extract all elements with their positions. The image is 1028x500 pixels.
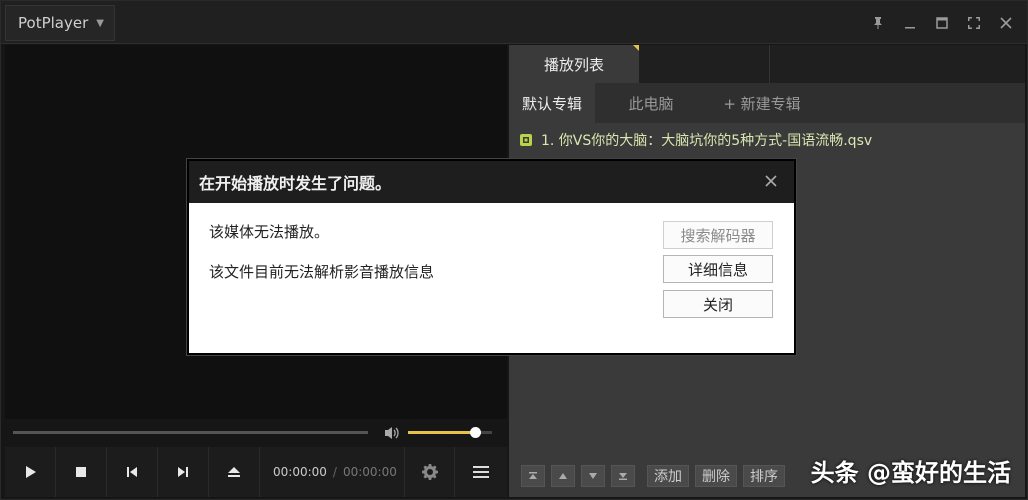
- playlist-tab-bar: 播放列表: [509, 45, 1025, 83]
- add-button[interactable]: 添加: [647, 465, 689, 487]
- fullscreen-icon[interactable]: [965, 14, 983, 32]
- potplayer-window: PotPlayer ▼ 00:00:00 / 00:00:00 播放列表 默认专…: [0, 0, 1028, 500]
- close-button[interactable]: 关闭: [663, 290, 773, 318]
- play-icon: [26, 466, 36, 478]
- app-menu-button[interactable]: PotPlayer ▼: [5, 5, 115, 41]
- list-item[interactable]: 1. 你VS你的大脑：大脑坑你的5种方式-国语流畅.qsv: [509, 123, 1025, 157]
- dialog-close-icon[interactable]: [762, 172, 780, 190]
- next-button[interactable]: [158, 447, 209, 497]
- move-top-button[interactable]: [521, 465, 545, 487]
- close-icon[interactable]: [997, 14, 1015, 32]
- dialog-title: 在开始播放时发生了问题。: [189, 161, 794, 203]
- time-display: 00:00:00 / 00:00:00: [260, 447, 405, 497]
- dialog-message-secondary: 该文件目前无法解析影音播放信息: [209, 263, 435, 281]
- album-tab-bar: 默认专辑 此电脑 + 新建专辑: [509, 83, 1025, 123]
- seek-volume-row: [5, 421, 507, 445]
- list-item-title: 1. 你VS你的大脑：大脑坑你的5种方式-国语流畅.qsv: [541, 133, 873, 149]
- dialog-body: 该媒体无法播放。 该文件目前无法解析影音播放信息 搜索解码器 详细信息 关闭: [189, 203, 794, 353]
- dialog-message-primary: 该媒体无法播放。: [209, 223, 330, 241]
- move-down-button[interactable]: [581, 465, 605, 487]
- playlist-list: 1. 你VS你的大脑：大脑坑你的5种方式-国语流畅.qsv: [509, 123, 1025, 157]
- volume-slider[interactable]: [408, 427, 492, 438]
- volume-icon[interactable]: [383, 425, 401, 441]
- new-album-button[interactable]: + 新建专辑: [707, 83, 817, 123]
- skip-previous-icon: [127, 467, 137, 477]
- tab-playlist[interactable]: 播放列表: [509, 45, 639, 83]
- move-up-button[interactable]: [551, 465, 575, 487]
- move-down-icon: [589, 473, 597, 479]
- error-dialog: 在开始播放时发生了问题。 该媒体无法播放。 该文件目前无法解析影音播放信息 搜索…: [187, 159, 796, 355]
- volume-slider-knob[interactable]: [470, 427, 482, 438]
- move-up-icon: [559, 473, 567, 479]
- move-bottom-icon: [619, 473, 627, 480]
- time-current: 00:00:00: [273, 465, 327, 479]
- pin-icon[interactable]: [869, 14, 887, 32]
- skip-next-icon: [178, 467, 188, 477]
- volume-slider-fill: [408, 431, 476, 434]
- time-separator: /: [332, 465, 337, 479]
- tab-this-pc[interactable]: 此电脑: [595, 83, 707, 123]
- menu-button[interactable]: [455, 447, 507, 497]
- eject-icon: [228, 467, 240, 477]
- gear-icon: [421, 464, 438, 480]
- tab-playlist-label: 播放列表: [543, 55, 604, 74]
- title-bar: PotPlayer ▼: [1, 1, 1027, 44]
- maximize-icon[interactable]: [933, 14, 951, 32]
- tab-empty[interactable]: [640, 45, 770, 83]
- chevron-down-icon: ▼: [96, 17, 104, 29]
- move-bottom-button[interactable]: [611, 465, 635, 487]
- app-title: PotPlayer: [18, 14, 89, 32]
- search-codec-button[interactable]: 搜索解码器: [663, 221, 773, 249]
- file-badge-icon: [520, 134, 532, 146]
- watermark: 头条 @蛮好的生活: [810, 459, 1011, 487]
- tab-default-album[interactable]: 默认专辑: [509, 83, 595, 123]
- seek-bar[interactable]: [13, 431, 368, 434]
- details-button[interactable]: 详细信息: [663, 255, 773, 283]
- stop-icon: [76, 467, 86, 477]
- delete-button[interactable]: 删除: [695, 465, 737, 487]
- hamburger-menu-icon: [473, 466, 489, 478]
- minimize-icon[interactable]: [901, 14, 919, 32]
- window-controls: [869, 1, 1015, 44]
- settings-button[interactable]: [405, 447, 455, 497]
- play-button[interactable]: [5, 447, 56, 497]
- time-total: 00:00:00: [342, 465, 397, 479]
- move-top-icon: [529, 472, 537, 479]
- control-bar: 00:00:00 / 00:00:00: [5, 447, 507, 497]
- eject-button[interactable]: [209, 447, 260, 497]
- stop-button[interactable]: [56, 447, 107, 497]
- sort-button[interactable]: 排序: [743, 465, 785, 487]
- tab-corner-marker: [633, 45, 639, 51]
- previous-button[interactable]: [107, 447, 158, 497]
